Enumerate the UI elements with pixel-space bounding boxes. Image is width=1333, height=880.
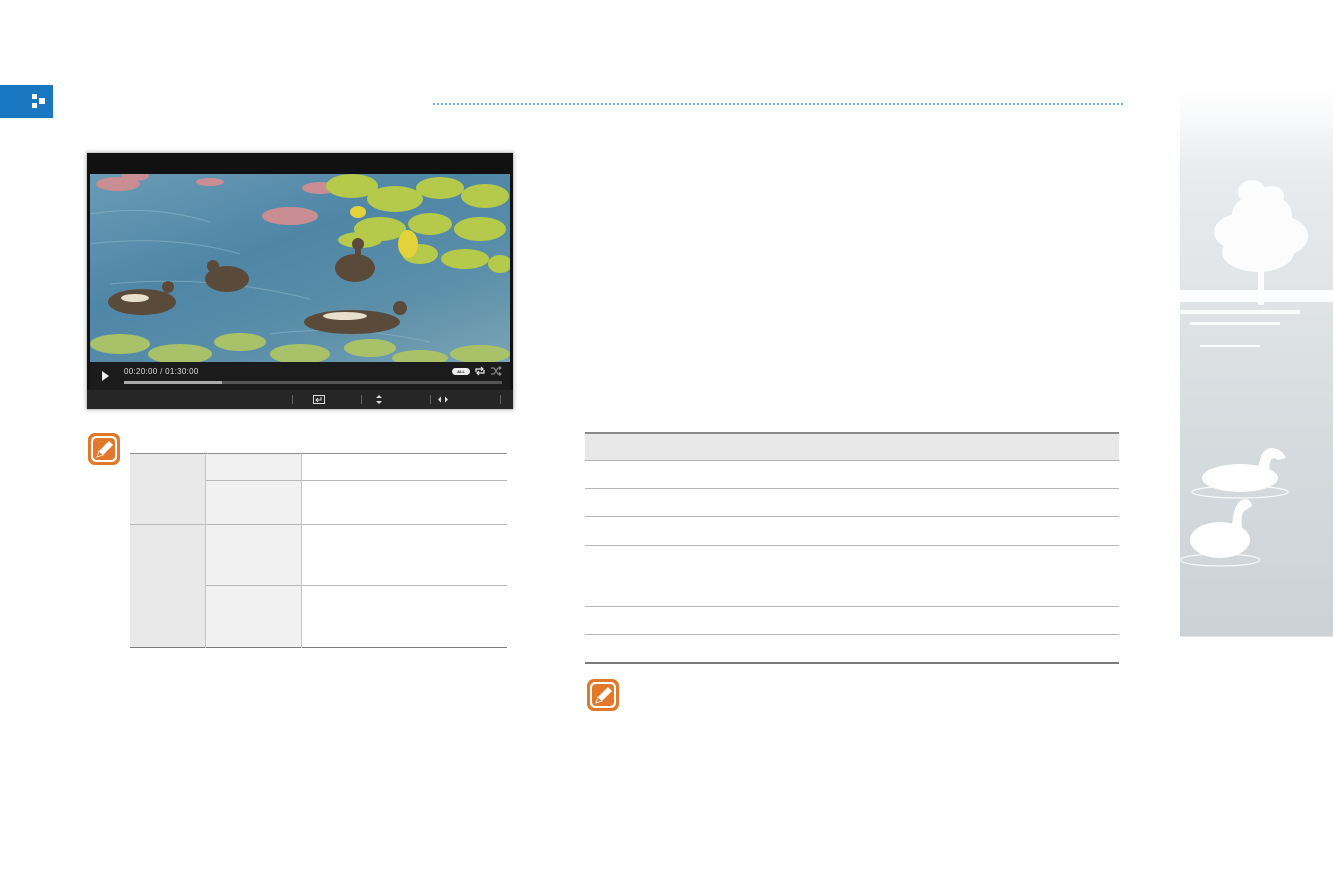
table-row-divider [585,606,1119,607]
up-down-arrows-icon [376,395,382,404]
header-dotted-rule [433,103,1123,105]
table-row-divider [130,524,507,525]
left-info-table [130,453,507,648]
enter-icon [313,395,325,404]
hint-separator [430,395,431,404]
hint-separator [500,395,501,404]
repeat-mode-badge[interactable]: ALL [452,368,470,375]
video-frame[interactable] [90,174,510,362]
shuffle-icon[interactable] [490,366,502,376]
table-row-divider [205,480,507,481]
progress-fill [124,381,223,384]
player-title-bar [87,153,513,174]
table-row-header-column [130,453,205,648]
video-player: 00:20:00 / 01:30:00 ALL [86,152,514,410]
side-decoration-panel [1180,0,1333,880]
table-row-divider [585,634,1119,635]
play-icon[interactable] [102,371,109,381]
table-row-divider [585,516,1119,517]
table-column-divider [301,453,302,648]
navigation-arrows-icon [32,94,45,108]
table-row-divider [205,585,507,586]
right-info-table [585,432,1119,664]
table-column-divider [205,453,206,648]
note-pencil-icon [88,433,120,465]
player-hint-bar [87,390,513,409]
table-top-rule [130,453,507,454]
time-readout: 00:20:00 / 01:30:00 [124,367,199,376]
table-row-divider [585,488,1119,489]
note-pencil-icon [587,679,619,711]
hint-separator [361,395,362,404]
tree-and-ducks-illustration [1180,180,1333,567]
hint-separator [292,395,293,404]
table-bottom-rule [130,647,507,648]
duck-pond-image [90,174,510,362]
table-bottom-rule [585,662,1119,664]
table-header-row [585,432,1119,460]
progress-bar[interactable] [124,381,502,384]
repeat-icon[interactable] [474,366,486,376]
left-right-arrows-icon [438,396,448,403]
section-marker [0,85,53,118]
table-row-divider [585,460,1119,461]
player-controls: 00:20:00 / 01:30:00 ALL [90,362,510,390]
table-subheader-column [205,453,301,648]
table-row-divider [585,545,1119,546]
